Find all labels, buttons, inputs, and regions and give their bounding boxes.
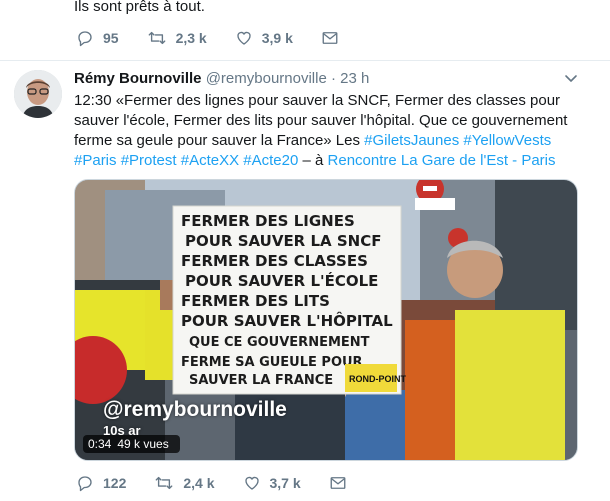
reply-button[interactable]: 95 xyxy=(76,29,119,47)
message-icon xyxy=(322,32,338,44)
hashtag-link[interactable]: #Acte20 xyxy=(243,152,298,169)
reply-button[interactable]: 122 xyxy=(76,474,126,492)
avatar-image xyxy=(14,70,62,118)
location-prefix: – à xyxy=(298,152,328,169)
like-icon xyxy=(244,476,259,490)
sign-tag: ROND-POINT xyxy=(349,374,406,384)
author-name[interactable]: Rémy Bournoville xyxy=(74,70,202,87)
hashtag-link[interactable]: #GiletsJaunes xyxy=(364,132,459,149)
message-icon xyxy=(330,477,346,489)
message-button[interactable] xyxy=(321,29,348,47)
retweet-count: 2,4 k xyxy=(183,475,215,491)
hashtag-link[interactable]: #YellowVests xyxy=(463,132,551,149)
tweet-header: Rémy Bournoville @remybournoville · 23 h xyxy=(74,70,369,87)
sign-line: FERME SA GUEULE POUR xyxy=(181,355,363,370)
sign-line: FERMER DES CLASSES xyxy=(181,252,368,270)
tweet-actions: 122 2,4 k 3,7 k xyxy=(76,474,384,492)
author-handle[interactable]: @remybournoville xyxy=(206,70,327,87)
reply-count: 122 xyxy=(103,475,127,491)
sign-line: POUR SAUVER L'HÔPITAL xyxy=(181,311,393,330)
chevron-down-icon xyxy=(565,75,577,82)
separator: · xyxy=(330,70,336,87)
sign-line: FERMER DES LIGNES xyxy=(181,212,355,230)
previous-tweet: Ils sont prêts à tout. 95 2,3 k 3,9 k xyxy=(0,0,610,61)
retweet-icon xyxy=(148,31,165,45)
message-button[interactable] xyxy=(329,474,356,492)
more-options-button[interactable] xyxy=(563,70,579,86)
sign-line: POUR SAUVER L'ÉCOLE xyxy=(185,271,378,290)
tweet-text-line: ferme sa geule pour sauver la France» Le… xyxy=(74,132,365,149)
previous-tweet-actions: 95 2,3 k 3,9 k xyxy=(76,29,376,47)
sign-line: FERMER DES LITS xyxy=(181,292,330,310)
timestamp[interactable]: 23 h xyxy=(340,70,369,87)
retweet-icon xyxy=(155,476,173,490)
video-player[interactable]: FERMER DES LIGNES POUR SAUVER LA SNCF FE… xyxy=(74,179,578,461)
previous-tweet-text: Ils sont prêts à tout. xyxy=(74,0,205,15)
sign-line: SAUVER LA FRANCE xyxy=(189,373,333,388)
tweet: Rémy Bournoville @remybournoville · 23 h… xyxy=(0,61,610,501)
hashtag-link[interactable]: #Protest xyxy=(121,152,177,169)
reply-icon xyxy=(78,31,92,47)
like-count: 3,9 k xyxy=(261,30,293,46)
sign-line: QUE CE GOUVERNEMENT xyxy=(189,335,370,350)
hashtag-link[interactable]: #Paris xyxy=(74,152,117,169)
tweet-text: 12:30 «Fermer des lignes pour sauver la … xyxy=(74,91,574,171)
like-count: 3,7 k xyxy=(269,475,301,491)
like-button[interactable]: 3,9 k xyxy=(235,29,293,47)
reply-count: 95 xyxy=(103,30,119,46)
like-button[interactable]: 3,7 k xyxy=(243,474,301,492)
retweet-count: 2,3 k xyxy=(175,30,207,46)
tweet-text-line: 12:30 «Fermer des lignes pour sauver la … xyxy=(74,92,561,109)
retweet-button[interactable]: 2,4 k xyxy=(154,474,215,492)
video-watermark: @remybournoville xyxy=(103,398,287,421)
avatar[interactable] xyxy=(14,70,62,118)
video-views: 49 k vues xyxy=(117,437,169,451)
video-duration: 0:34 xyxy=(88,437,112,451)
sign-line: POUR SAUVER LA SNCF xyxy=(185,232,381,250)
like-icon xyxy=(237,31,251,45)
video-duration-badge: 0:34 49 k vues xyxy=(83,435,180,453)
hashtag-link[interactable]: #ActeXX xyxy=(181,152,239,169)
reply-icon xyxy=(78,476,92,492)
tweet-text-line: sauver l'école, Fermer des lits pour sau… xyxy=(74,112,568,129)
location-link[interactable]: Rencontre La Gare de l'Est - Paris xyxy=(328,152,556,169)
retweet-button[interactable]: 2,3 k xyxy=(147,29,207,47)
